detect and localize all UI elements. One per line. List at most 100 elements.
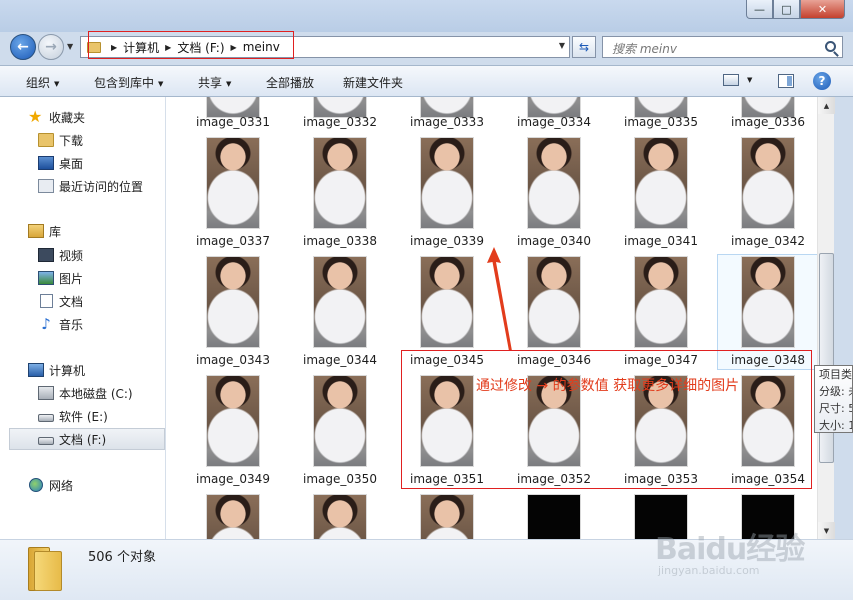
file-thumbnail[interactable] (314, 376, 366, 466)
vertical-scrollbar[interactable]: ▲ ▼ (817, 97, 835, 539)
drive-icon (38, 437, 54, 445)
sidebar-item-label: 最近访问的位置 (59, 179, 144, 194)
preview-pane-icon[interactable] (778, 74, 794, 88)
file-name[interactable]: image_0342 (718, 234, 817, 248)
file-name[interactable]: image_0335 (611, 115, 711, 129)
file-thumbnail[interactable] (314, 257, 366, 347)
file-name[interactable]: image_0336 (718, 115, 817, 129)
file-name[interactable]: image_0332 (290, 115, 390, 129)
annotation-text: 通过修改 → 的参数值 获取更多详细的图片 (476, 378, 740, 394)
tooltip-type: 项目类 (819, 368, 852, 381)
network-icon (29, 478, 43, 492)
file-thumbnail[interactable] (635, 138, 687, 228)
file-name[interactable]: image_0334 (504, 115, 604, 129)
watermark-url: jingyan.baidu.com (658, 564, 760, 577)
share-menu[interactable]: 共享 ▼ (198, 74, 231, 91)
file-thumbnail[interactable] (314, 97, 366, 117)
file-thumbnail[interactable] (207, 138, 259, 228)
sidebar-item-label: 计算机 (49, 363, 86, 378)
file-thumbnail[interactable] (207, 97, 259, 117)
tooltip-dimensions: 尺寸: 5 (819, 402, 853, 415)
computer-icon (28, 363, 44, 377)
play-all-button[interactable]: 全部播放 (266, 74, 314, 91)
file-thumbnail[interactable] (528, 138, 580, 228)
file-name[interactable]: image_0331 (183, 115, 283, 129)
sidebar-item-label: 图片 (59, 271, 84, 286)
sidebar-item-computer[interactable]: 计算机 (0, 359, 165, 381)
annotation-box (401, 350, 812, 489)
file-name[interactable]: image_0333 (397, 115, 497, 129)
file-thumbnail[interactable] (742, 257, 794, 347)
file-thumbnail[interactable] (207, 376, 259, 466)
file-name[interactable]: image_0339 (397, 234, 497, 248)
minimize-button[interactable]: — (746, 0, 773, 19)
recent-pages-dropdown[interactable]: ▼ (67, 42, 73, 51)
file-thumbnail[interactable] (207, 257, 259, 347)
file-thumbnail[interactable] (314, 495, 366, 539)
file-thumbnail[interactable] (314, 138, 366, 228)
sidebar-item-local-disk-c[interactable]: 本地磁盘 (C:) (0, 382, 165, 404)
file-name[interactable]: image_0341 (611, 234, 711, 248)
sidebar-item-libraries[interactable]: 库 (0, 220, 165, 242)
file-name[interactable]: image_0343 (183, 353, 283, 367)
back-button[interactable]: ← (10, 34, 36, 60)
new-folder-button[interactable]: 新建文件夹 (343, 74, 403, 91)
music-icon: ♪ (41, 315, 51, 333)
file-thumbnail[interactable] (207, 495, 259, 539)
file-name[interactable]: image_0340 (504, 234, 604, 248)
file-name[interactable]: image_0349 (183, 472, 283, 486)
file-name[interactable]: image_0337 (183, 234, 283, 248)
file-thumbnail[interactable] (742, 138, 794, 228)
file-thumbnail[interactable] (421, 97, 473, 117)
sidebar-item-label: 文档 (F:) (59, 432, 107, 447)
baidu-watermark: Baidu经验 jingyan.baidu.com (650, 524, 850, 584)
file-thumbnail[interactable] (742, 97, 794, 117)
sidebar-item-network[interactable]: 网络 (0, 474, 165, 496)
include-in-library-label: 包含到库中 (94, 76, 155, 90)
scroll-up-icon[interactable]: ▲ (818, 97, 835, 114)
search-input[interactable]: 搜索 meinv (602, 36, 843, 58)
file-thumbnail[interactable] (528, 97, 580, 117)
file-thumbnail[interactable] (635, 257, 687, 347)
search-icon[interactable] (825, 41, 836, 52)
file-name[interactable]: image_0338 (290, 234, 390, 248)
navigation-pane: ★ 收藏夹 下载 桌面 最近访问的位置 库 视频 图片 文档 ♪ 音乐 计算机 … (0, 97, 166, 539)
maximize-button[interactable]: □ (773, 0, 800, 19)
sidebar-item-music[interactable]: ♪ 音乐 (0, 313, 165, 335)
file-thumbnail[interactable] (421, 138, 473, 228)
file-thumbnail[interactable] (528, 495, 580, 539)
sidebar-item-documents[interactable]: 文档 (0, 290, 165, 312)
sidebar-item-label: 本地磁盘 (C:) (59, 386, 133, 401)
sidebar-item-desktop[interactable]: 桌面 (0, 152, 165, 174)
view-dropdown-icon[interactable]: ▼ (747, 76, 752, 84)
sidebar-item-pictures[interactable]: 图片 (0, 267, 165, 289)
refresh-button[interactable]: ⇆ (572, 36, 596, 58)
change-view-icon[interactable] (723, 74, 739, 86)
file-thumbnail[interactable] (421, 257, 473, 347)
sidebar-item-label: 桌面 (59, 156, 84, 171)
organize-menu[interactable]: 组织 ▼ (26, 74, 59, 91)
address-dropdown-icon[interactable]: ▼ (559, 41, 565, 50)
file-thumbnail[interactable] (421, 495, 473, 539)
include-in-library-menu[interactable]: 包含到库中 ▼ (94, 74, 163, 91)
share-label: 共享 (198, 76, 223, 90)
sidebar-item-videos[interactable]: 视频 (0, 244, 165, 266)
sidebar-item-favorites[interactable]: ★ 收藏夹 (0, 106, 165, 128)
forward-button[interactable]: → (38, 34, 64, 60)
close-button[interactable]: ✕ (800, 0, 845, 19)
library-icon (28, 224, 44, 238)
drive-icon (38, 414, 54, 422)
folder-icon (28, 547, 64, 591)
file-name[interactable]: image_0344 (290, 353, 390, 367)
file-thumbnail[interactable] (528, 257, 580, 347)
help-button[interactable]: ? (813, 72, 831, 90)
sidebar-item-drive-e[interactable]: 软件 (E:) (0, 405, 165, 427)
sidebar-item-label: 网络 (49, 478, 74, 493)
tooltip-size: 大小: 1 (819, 419, 853, 432)
sidebar-item-downloads[interactable]: 下载 (0, 129, 165, 151)
file-name[interactable]: image_0350 (290, 472, 390, 486)
sidebar-item-recent-places[interactable]: 最近访问的位置 (0, 175, 165, 197)
sidebar-item-drive-f[interactable]: 文档 (F:) (9, 428, 165, 450)
file-thumbnail[interactable] (635, 97, 687, 117)
sidebar-item-label: 视频 (59, 248, 84, 263)
